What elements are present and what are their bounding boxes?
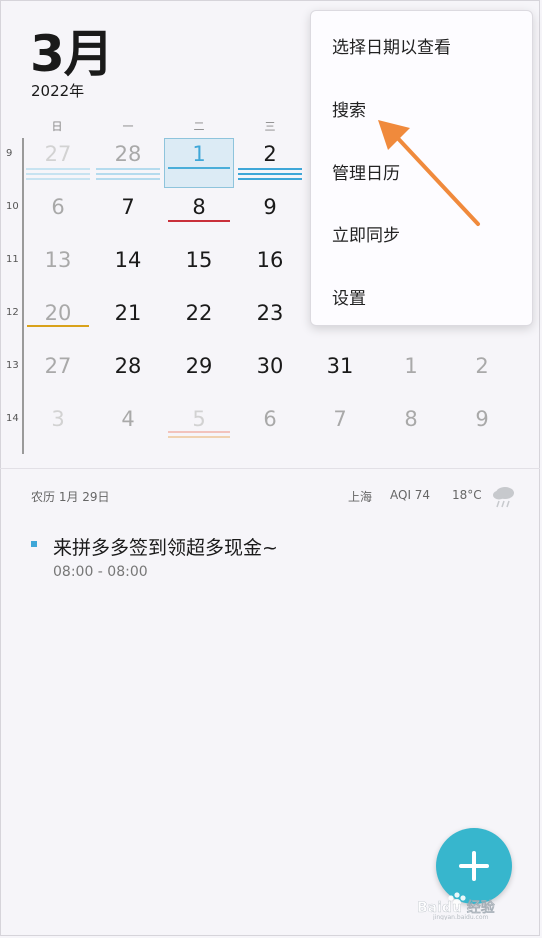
event-time: 08:00 - 08:00: [53, 564, 148, 580]
day-cell[interactable]: 15: [164, 248, 234, 272]
day-cell[interactable]: 31: [305, 354, 375, 378]
event-bar: [238, 178, 302, 180]
day-cell-today[interactable]: 1: [164, 142, 234, 166]
day-cell[interactable]: 27: [23, 354, 93, 378]
day-cell[interactable]: 21: [93, 301, 163, 325]
day-cell[interactable]: 20: [23, 301, 93, 325]
watermark-logo: Baidu 经验 jingyan.baidu.com: [417, 892, 496, 920]
event-bar: [238, 173, 302, 175]
event-bar: [168, 431, 230, 433]
day-cell[interactable]: 6: [235, 407, 305, 431]
day-cell[interactable]: 9: [447, 407, 517, 431]
event-title[interactable]: 来拼多多签到领超多现金~: [53, 533, 278, 560]
weekday-label: 一: [122, 120, 134, 133]
rain-cloud-icon: [493, 487, 514, 508]
weather-city: 上海: [348, 490, 373, 504]
day-cell[interactable]: 30: [235, 354, 305, 378]
lunar-date: 农历 1月 29日: [31, 490, 110, 504]
section-divider: [0, 468, 540, 469]
menu-item-search[interactable]: 搜索: [332, 96, 366, 121]
menu-item-select-date[interactable]: 选择日期以查看: [332, 33, 451, 58]
day-cell[interactable]: 9: [235, 195, 305, 219]
event-bar: [238, 168, 302, 170]
day-cell[interactable]: 27: [23, 142, 93, 166]
day-cell[interactable]: 3: [23, 407, 93, 431]
day-cell[interactable]: 7: [93, 195, 163, 219]
week-number: 13: [6, 360, 19, 371]
event-bar: [96, 173, 160, 175]
day-cell[interactable]: 4: [93, 407, 163, 431]
event-bar: [168, 436, 230, 438]
week-number: 14: [6, 413, 19, 424]
svg-text:jingyan.baidu.com: jingyan.baidu.com: [432, 914, 489, 920]
day-cell[interactable]: 1: [376, 354, 446, 378]
week-number: 12: [6, 307, 19, 318]
day-cell[interactable]: 8: [164, 195, 234, 219]
event-bar: [27, 325, 89, 327]
year-label: 2022年: [31, 82, 85, 100]
week-number: 10: [6, 201, 19, 212]
day-cell[interactable]: 22: [164, 301, 234, 325]
weekday-label: 三: [264, 120, 276, 133]
week-number: 11: [6, 254, 19, 265]
day-cell[interactable]: 29: [164, 354, 234, 378]
event-bar: [26, 178, 90, 180]
temperature: 18°C: [452, 488, 482, 502]
day-cell[interactable]: 28: [93, 354, 163, 378]
event-bar: [26, 168, 90, 170]
month-title[interactable]: 3月: [30, 14, 114, 86]
annotation-arrow-icon: [378, 120, 480, 226]
event-bar: [168, 220, 230, 222]
event-bar: [96, 168, 160, 170]
day-cell[interactable]: 7: [305, 407, 375, 431]
event-color-dot: [31, 541, 37, 547]
day-cell[interactable]: 16: [235, 248, 305, 272]
air-quality: AQI 74: [390, 488, 431, 502]
menu-item-settings[interactable]: 设置: [332, 284, 366, 309]
day-cell[interactable]: 2: [235, 142, 305, 166]
day-cell[interactable]: 8: [376, 407, 446, 431]
day-cell[interactable]: 13: [23, 248, 93, 272]
day-cell[interactable]: 23: [235, 301, 305, 325]
day-cell[interactable]: 5: [164, 407, 234, 431]
event-bar: [168, 167, 230, 169]
day-cell[interactable]: 14: [93, 248, 163, 272]
weekday-label: 日: [51, 120, 63, 133]
day-cell[interactable]: 28: [93, 142, 163, 166]
day-cell[interactable]: 2: [447, 354, 517, 378]
week-number: 9: [6, 148, 13, 159]
weekday-label: 二: [193, 120, 205, 133]
day-cell[interactable]: 6: [23, 195, 93, 219]
event-bar: [96, 178, 160, 180]
event-bar: [26, 173, 90, 175]
